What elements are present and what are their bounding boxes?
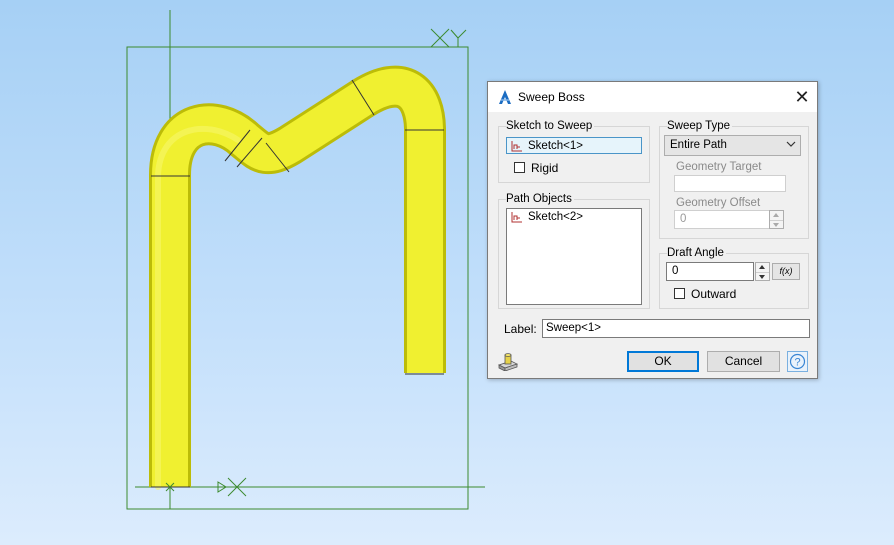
sweep-type-select[interactable]: Entire Path xyxy=(664,135,801,156)
geometry-offset-value: 0 xyxy=(680,213,687,225)
sketch-icon xyxy=(511,211,522,222)
cancel-button[interactable]: Cancel xyxy=(707,351,780,372)
geometry-offset-field[interactable]: 0 xyxy=(674,210,770,229)
geometry-offset-spinner[interactable] xyxy=(769,210,784,229)
sweep-type-value: Entire Path xyxy=(670,139,727,151)
spin-up-button[interactable] xyxy=(756,263,769,272)
path-objects-list[interactable]: Sketch<2> xyxy=(506,208,642,305)
sketch-to-sweep-group xyxy=(498,126,650,183)
draft-angle-spinner[interactable] xyxy=(755,262,770,281)
draft-angle-label: Draft Angle xyxy=(667,247,726,259)
preview-icon[interactable] xyxy=(497,351,519,372)
path-object-item-label: Sketch<2> xyxy=(528,211,583,223)
outward-label: Outward xyxy=(691,287,737,301)
axis-triad-marker xyxy=(430,28,467,48)
label-field-label: Label: xyxy=(504,322,537,336)
sweep-boss-icon xyxy=(497,89,513,105)
fx-button[interactable]: f(x) xyxy=(772,263,800,280)
help-icon: ? xyxy=(789,353,806,370)
geometry-offset-label: Geometry Offset xyxy=(676,197,761,209)
help-button[interactable]: ? xyxy=(787,351,808,372)
spin-down-button[interactable] xyxy=(770,219,783,229)
outward-checkbox[interactable] xyxy=(674,288,685,299)
chevron-down-icon xyxy=(786,141,796,147)
sketch-to-sweep-field[interactable]: Sketch<1> xyxy=(506,137,642,154)
swept-pipe[interactable] xyxy=(149,65,446,490)
path-objects-label: Path Objects xyxy=(506,193,574,205)
label-field-value: Sweep<1> xyxy=(546,322,601,334)
dialog-titlebar[interactable]: Sweep Boss ✕ xyxy=(488,82,817,112)
label-field[interactable]: Sweep<1> xyxy=(542,319,810,338)
spin-up-button[interactable] xyxy=(770,211,783,220)
draft-angle-value: 0 xyxy=(672,265,679,277)
sketch-to-sweep-label: Sketch to Sweep xyxy=(506,120,595,132)
sweep-type-label: Sweep Type xyxy=(667,120,733,132)
sketch-icon xyxy=(511,140,522,151)
svg-text:?: ? xyxy=(794,357,800,369)
close-button[interactable]: ✕ xyxy=(787,82,817,112)
rigid-checkbox[interactable] xyxy=(514,162,525,173)
dialog-title: Sweep Boss xyxy=(518,90,585,104)
sketch-to-sweep-value: Sketch<1> xyxy=(528,140,583,152)
geometry-target-label: Geometry Target xyxy=(676,161,762,173)
rigid-label: Rigid xyxy=(531,161,559,175)
spin-down-button[interactable] xyxy=(756,271,769,281)
list-item[interactable]: Sketch<2> xyxy=(510,209,583,225)
ok-button[interactable]: OK xyxy=(627,351,699,372)
geometry-target-field[interactable] xyxy=(674,175,786,192)
draft-angle-field[interactable]: 0 xyxy=(666,262,754,281)
